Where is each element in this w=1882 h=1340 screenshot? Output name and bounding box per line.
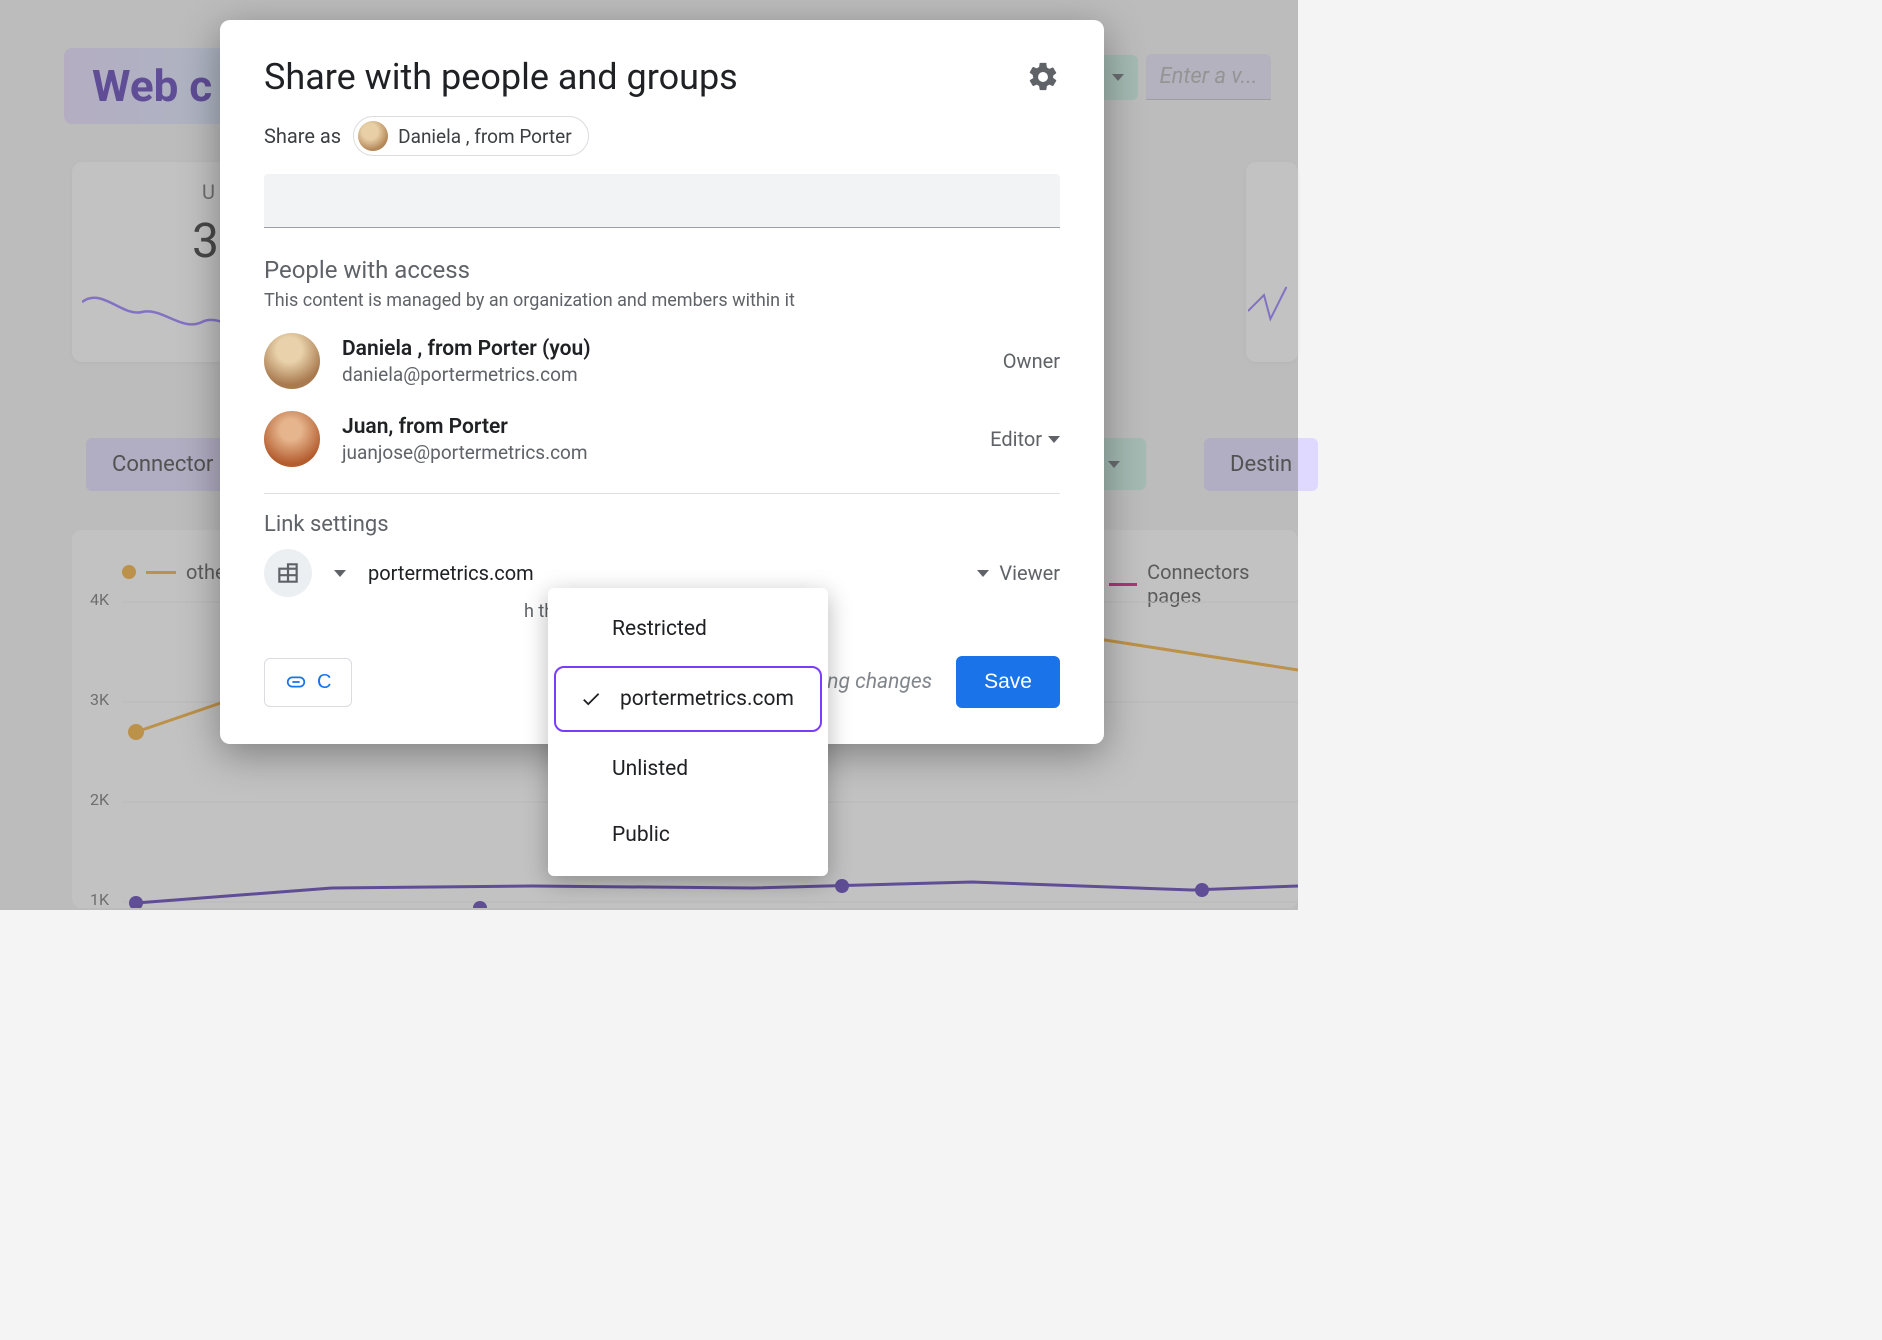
- person-email: daniela@portermetrics.com: [342, 363, 981, 386]
- gear-icon[interactable]: [1026, 60, 1060, 94]
- role-dropdown[interactable]: Editor: [990, 427, 1060, 451]
- person-name: Daniela , from Porter (you): [342, 337, 981, 361]
- people-access-heading: People with access: [264, 256, 1060, 284]
- avatar: [264, 411, 320, 467]
- dialog-title: Share with people and groups: [264, 56, 738, 98]
- link-settings-heading: Link settings: [264, 512, 1060, 537]
- person-row: Juan, from Porter juanjose@portermetrics…: [264, 411, 1060, 467]
- menu-item-label: portermetrics.com: [620, 687, 800, 711]
- menu-item-unlisted[interactable]: ✓ Unlisted: [548, 736, 828, 802]
- menu-item-public[interactable]: ✓ Public: [548, 802, 828, 868]
- role-label: Owner: [1003, 349, 1060, 373]
- share-as-label: Share as: [264, 124, 341, 148]
- avatar: [358, 121, 388, 151]
- link-scope-menu: ✓ Restricted portermetrics.com ✓ Unliste…: [548, 588, 828, 876]
- copy-link-button[interactable]: C: [264, 658, 352, 707]
- menu-item-label: Unlisted: [612, 757, 808, 781]
- link-role-label: Viewer: [999, 561, 1060, 585]
- person-email: juanjose@portermetrics.com: [342, 441, 968, 464]
- link-scope-value: portermetrics.com: [368, 561, 963, 585]
- chevron-down-icon: [334, 570, 346, 577]
- menu-item-label: Restricted: [612, 617, 808, 641]
- link-icon: [285, 671, 307, 693]
- menu-item-restricted[interactable]: ✓ Restricted: [548, 596, 828, 662]
- copy-link-label: C: [317, 671, 331, 694]
- people-access-subheading: This content is managed by an organizati…: [264, 290, 1060, 311]
- chevron-down-icon: [1048, 436, 1060, 443]
- organization-icon: [264, 549, 312, 597]
- share-as-chip-label: Daniela , from Porter: [398, 125, 572, 148]
- link-role-dropdown[interactable]: Viewer: [977, 561, 1060, 585]
- person-name: Juan, from Porter: [342, 415, 968, 439]
- check-icon: [580, 688, 602, 710]
- chevron-down-icon: [977, 570, 989, 577]
- save-button[interactable]: Save: [956, 656, 1060, 708]
- menu-item-label: Public: [612, 823, 808, 847]
- role-dropdown-label: Editor: [990, 427, 1042, 451]
- divider: [264, 493, 1060, 494]
- person-row: Daniela , from Porter (you) daniela@port…: [264, 333, 1060, 389]
- share-as-chip[interactable]: Daniela , from Porter: [353, 116, 589, 156]
- menu-item-portermetrics[interactable]: portermetrics.com: [554, 666, 822, 732]
- add-people-input[interactable]: [264, 174, 1060, 228]
- avatar: [264, 333, 320, 389]
- link-scope-dropdown[interactable]: [326, 564, 354, 583]
